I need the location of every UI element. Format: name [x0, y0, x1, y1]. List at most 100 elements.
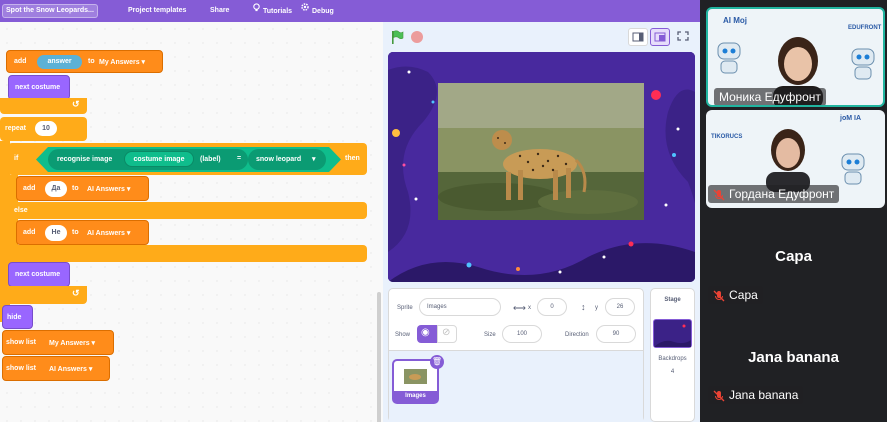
label-option: (label) [200, 156, 221, 163]
participant-name: Моника Едуфронт [714, 88, 826, 105]
sprite-label: Sprite [397, 305, 413, 311]
add-ne-block[interactable]: add Не to AI Answers ▾ [16, 220, 149, 245]
loop-arrow-icon: ↺ [72, 288, 80, 298]
stage-backdrop [388, 52, 695, 282]
show-list-label: show list [6, 365, 36, 372]
participant-video [758, 122, 818, 192]
next-costume-block[interactable]: next costume [8, 262, 70, 287]
add-to-list-block[interactable]: add answer to My Answers ▾ [6, 50, 163, 73]
repeat-block[interactable]: repeat 10 [0, 117, 87, 141]
project-templates-menu[interactable]: Project templates [128, 0, 186, 22]
next-costume-block[interactable]: next costume [8, 75, 70, 100]
list-dropdown-my-answers[interactable]: My Answers ▾ [49, 339, 95, 347]
hide-block[interactable]: hide [2, 305, 33, 329]
add-keyword: add [14, 58, 27, 65]
tile-logo-left: AI Moj [723, 16, 747, 25]
vertical-scrollbar[interactable] [377, 292, 381, 422]
participant-tile-audio[interactable]: Сара Сара [700, 212, 887, 312]
direction-label: Direction [565, 332, 589, 338]
add-da-block[interactable]: add Да to AI Answers ▾ [16, 176, 149, 201]
hide-label: hide [7, 314, 22, 321]
sprite-list: Images 🗑 [389, 351, 643, 422]
stage-thumbnail[interactable] [653, 319, 692, 348]
show-list-block[interactable]: show list AI Answers ▾ [2, 356, 110, 381]
participant-tile-active[interactable]: AI Moj EDUFRONT Моника Едуфронт [706, 7, 885, 107]
show-hidden-button[interactable]: ⊘ [437, 325, 457, 343]
tile-logo-right: joM IA [840, 115, 861, 122]
backdrops-label: Backdrops [658, 356, 687, 362]
ne-input[interactable]: Не [45, 225, 67, 241]
share-button[interactable]: Share [210, 0, 229, 22]
if-else-block[interactable]: if recognise image costume image (label)… [8, 143, 367, 175]
answer-reporter[interactable]: answer [37, 55, 82, 69]
script-area[interactable]: add answer to My Answers ▾ next costume … [0, 22, 383, 422]
eye-icon: ◉ [421, 327, 430, 338]
x-input[interactable]: 0 [537, 298, 567, 316]
y-arrow-icon: ↕ [581, 302, 586, 312]
list-dropdown-ai-answers[interactable]: AI Answers ▾ [49, 365, 92, 373]
robot-mascot-icon [714, 39, 744, 77]
fullscreen-icon[interactable] [674, 28, 694, 46]
green-flag-icon[interactable] [390, 30, 404, 49]
participant-tile[interactable]: TIKORUCS joM IA Гордана Едуфронт [706, 110, 885, 208]
stage-canvas[interactable] [388, 52, 695, 282]
robot-mascot-icon [848, 45, 878, 83]
snow-leopard-dropdown[interactable]: snow leopard ▾ [248, 149, 326, 170]
stop-icon[interactable] [411, 31, 423, 43]
sprite-name-input[interactable]: Images [419, 298, 501, 316]
participant-big-name: Сара [775, 248, 812, 265]
mic-off-icon [713, 189, 725, 201]
project-title-field[interactable]: Spot the Snow Leopards... [2, 4, 98, 18]
size-input[interactable]: 100 [502, 325, 542, 343]
participant-name: Jana banana [708, 386, 804, 404]
loop-arrow-icon: ↺ [72, 99, 80, 109]
tutorials-menu[interactable]: Tutorials [252, 0, 292, 22]
next-costume-label: next costume [15, 84, 61, 91]
da-input[interactable]: Да [45, 181, 67, 197]
cheetah-thumbnail-icon [404, 369, 427, 384]
backdrops-count: 4 [670, 369, 675, 375]
participant-name: Сара [708, 286, 763, 304]
debug-menu[interactable]: Debug [300, 0, 334, 22]
sprite-thumbnail-label: Images [394, 391, 437, 402]
direction-input[interactable]: 90 [596, 325, 636, 343]
chevron-down-icon: ▾ [312, 156, 316, 163]
sprite-thumbnail[interactable]: Images 🗑 [392, 355, 444, 404]
mic-off-icon [713, 290, 725, 302]
tile-logo-left: TIKORUCS [711, 134, 743, 140]
stage-title: Stage [664, 297, 681, 303]
to-keyword: to [72, 185, 79, 192]
trash-icon[interactable]: 🗑 [430, 355, 444, 369]
show-list-block[interactable]: show list My Answers ▾ [2, 330, 114, 355]
costume-image-reporter[interactable]: costume image [124, 151, 194, 167]
repeat-count-input[interactable]: 10 [35, 121, 57, 136]
small-stage-button[interactable] [628, 28, 648, 46]
participant-big-name: Jana banana [748, 349, 839, 366]
participant-tile-audio[interactable]: Jana banana Jana banana [700, 312, 887, 422]
sprite-info: Sprite Images ⟷ x 0 ↕ y 26 Show ◉ ⊘ Size… [389, 289, 643, 351]
debug-label: Debug [312, 7, 334, 15]
menu-bar: Spot the Snow Leopards... Project templa… [0, 0, 700, 22]
show-visible-button[interactable]: ◉ [417, 325, 437, 343]
lightbulb-icon [252, 0, 261, 22]
participant-name: Гордана Едуфронт [708, 185, 840, 203]
then-keyword: then [345, 155, 360, 162]
robot-mascot-icon [838, 150, 868, 188]
recognise-image-block[interactable]: recognise image costume image (label) [48, 149, 248, 170]
tutorials-label: Tutorials [263, 7, 293, 15]
y-label: y [595, 305, 598, 311]
sprite-pane: Sprite Images ⟷ x 0 ↕ y 26 Show ◉ ⊘ Size… [388, 288, 644, 422]
list-dropdown-my-answers[interactable]: My Answers ▾ [99, 58, 145, 66]
y-input[interactable]: 26 [605, 298, 635, 316]
else-section: else [8, 202, 367, 219]
to-keyword: to [72, 229, 79, 236]
list-dropdown-ai-answers[interactable]: AI Answers ▾ [87, 229, 130, 237]
eye-hidden-icon: ⊘ [442, 327, 451, 338]
tile-logo-right: EDUFRONT [848, 25, 882, 31]
list-dropdown-ai-answers[interactable]: AI Answers ▾ [87, 185, 130, 193]
x-arrow-icon: ⟷ [513, 303, 526, 313]
normal-stage-button[interactable] [650, 28, 670, 46]
stage-selector[interactable]: Stage Backdrops 4 [650, 288, 695, 422]
repeat-keyword: repeat [5, 125, 27, 132]
mic-off-icon [713, 390, 725, 402]
